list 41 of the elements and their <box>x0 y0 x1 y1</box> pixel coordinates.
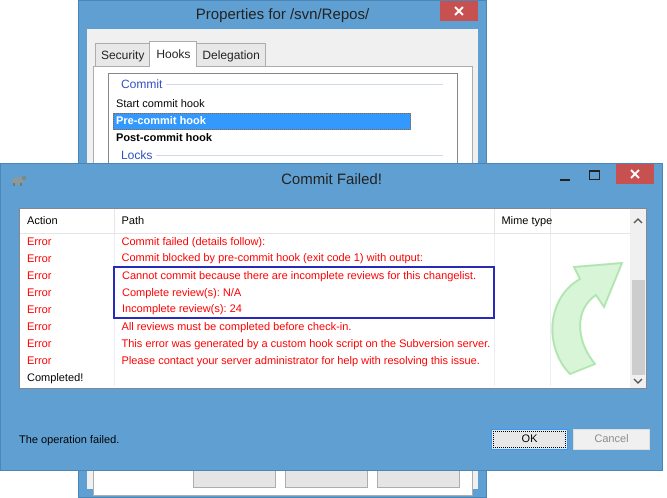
close-button[interactable] <box>616 164 654 184</box>
tab[interactable]: Security <box>95 43 150 66</box>
tab[interactable]: Hooks <box>149 41 198 67</box>
table-cell: Incomplete review(s): 24 <box>114 301 494 318</box>
table-cell: Error <box>20 250 114 267</box>
hook-item[interactable]: Post-commit hook <box>113 130 411 147</box>
close-button[interactable] <box>440 1 478 21</box>
table-cell: This error was generated by a custom hook script on the Subversion server. <box>114 335 494 352</box>
table-cell: Commit failed (details follow): <box>114 233 494 250</box>
column-header[interactable]: Action <box>20 209 114 233</box>
close-icon <box>630 169 640 179</box>
group-title: Locks <box>121 147 152 163</box>
tab[interactable]: Delegation <box>196 43 266 66</box>
window-title: Properties for /svn/Repos/ <box>196 4 370 25</box>
table-cell: Error <box>20 233 114 250</box>
table-cell: Error <box>20 352 114 369</box>
table-cell: Complete review(s): N/A <box>114 284 494 301</box>
table-cell: Error <box>20 284 114 301</box>
table-cell: Commit blocked by pre-commit hook (exit code 1) with output: <box>114 250 494 267</box>
column-header[interactable]: Path <box>114 209 494 233</box>
column-header[interactable]: Mime type <box>494 209 550 233</box>
table-cell: Completed! <box>20 369 114 386</box>
turtle-icon <box>11 174 27 186</box>
scrollbar[interactable] <box>630 209 646 388</box>
table-cell: Error <box>20 301 114 318</box>
table-cell: Please contact your server administrator for help with resolving this issue. <box>114 352 494 369</box>
hook-item[interactable]: Start commit hook <box>113 96 411 113</box>
maximize-button[interactable] <box>589 170 600 180</box>
close-icon <box>454 6 464 16</box>
table-cell: Error <box>20 267 114 284</box>
table-cell: Error <box>20 335 114 352</box>
table-cell: All reviews must be completed before check-in. <box>114 318 494 335</box>
table-cell: Cannot commit because there are incomplete reviews for this changelist. <box>114 267 494 284</box>
scroll-down-icon[interactable] <box>633 377 643 385</box>
window-title: Commit Failed! <box>281 170 382 190</box>
status-text: The operation failed. <box>19 433 120 448</box>
dialog-button[interactable]: OK <box>491 429 568 450</box>
scroll-up-icon[interactable] <box>633 217 643 225</box>
minimize-icon <box>560 179 570 181</box>
group-title: Commit <box>121 76 162 92</box>
table-cell: Error <box>20 318 114 335</box>
